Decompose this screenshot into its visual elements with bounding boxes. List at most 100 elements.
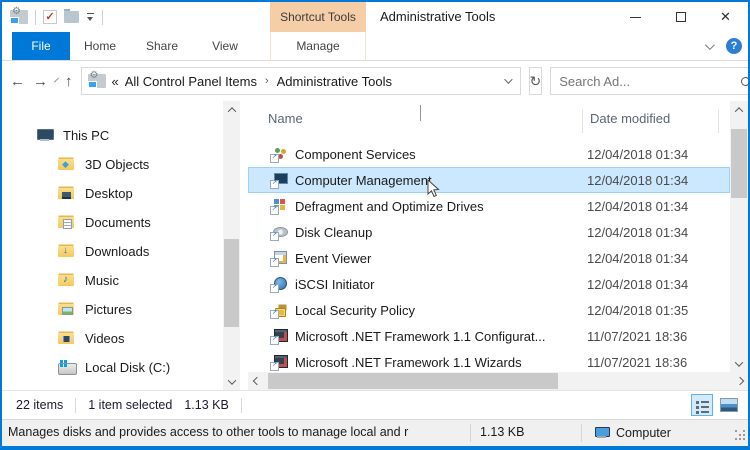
sidebar-item-label: Videos [85, 331, 125, 346]
file-date-modified: 11/07/2021 18:36 [587, 354, 688, 370]
file-name: Disk Cleanup [295, 224, 373, 240]
search-box[interactable] [550, 67, 748, 95]
sidebar-item-icon [36, 128, 54, 143]
title-bar: ✓ Shortcut Tools Administrative Tools ✕ [2, 2, 748, 32]
sidebar-item-label: Music [85, 273, 119, 288]
sidebar-item-label: Local Disk (C:) [85, 360, 171, 375]
tab-manage[interactable]: Manage [270, 32, 366, 60]
refresh-icon: ↻ [529, 72, 542, 89]
item-description: Manages disks and provides access to oth… [8, 425, 409, 439]
file-row-microsoft-net-framework-1-1-wizards[interactable]: Microsoft .NET Framework 1.1 Wizards 11/… [248, 349, 730, 372]
vertical-scrollbar[interactable] [730, 101, 748, 372]
system-folder-gears-icon[interactable] [10, 6, 28, 24]
breadcrumb-crumb[interactable]: All Control Panel Items [125, 74, 257, 89]
minimize-button[interactable] [613, 2, 658, 32]
file-rows: Component Services 12/04/2018 01:34 Comp… [248, 141, 730, 372]
sidebar-item-label: 3D Objects [85, 157, 150, 172]
sidebar-scrollbar[interactable] [223, 101, 240, 390]
sidebar-item-downloads[interactable]: Downloads [2, 237, 222, 266]
close-button[interactable]: ✕ [703, 2, 748, 32]
scrollbar-thumb[interactable] [731, 129, 747, 198]
location-icon [87, 70, 106, 88]
details-view-icon[interactable] [691, 394, 713, 416]
customize-dropdown-icon[interactable] [86, 12, 95, 22]
file-name: Component Services [295, 146, 416, 162]
resize-grip[interactable] [735, 432, 745, 442]
contextual-tab-group-label: Shortcut Tools [270, 2, 366, 32]
file-row-event-viewer[interactable]: Event Viewer 12/04/2018 01:34 [248, 245, 730, 271]
sidebar-item-local-disk-c[interactable]: Local Disk (C:) [2, 353, 222, 382]
background-status-bar: Manages disks and provides access to oth… [2, 419, 748, 446]
maximize-button[interactable] [658, 2, 703, 32]
file-icon [270, 172, 288, 189]
sidebar-item-icon [58, 302, 76, 317]
tab-view[interactable]: View [194, 32, 256, 60]
file-row-local-security-policy[interactable]: Local Security Policy 12/04/2018 01:35 [248, 297, 730, 323]
help-icon[interactable]: ? [726, 38, 742, 54]
scroll-down-icon[interactable] [730, 355, 748, 372]
scroll-down-icon[interactable] [223, 373, 240, 390]
file-name: Microsoft .NET Framework 1.1 Wizards [295, 354, 522, 370]
sort-ascending-icon[interactable] [420, 105, 421, 121]
scrollbar-thumb[interactable] [224, 239, 239, 327]
sidebar-item-icon [58, 273, 76, 288]
sidebar-item-documents[interactable]: Documents [2, 208, 222, 237]
file-row-component-services[interactable]: Component Services 12/04/2018 01:34 [248, 141, 730, 167]
folder-icon[interactable] [64, 9, 79, 23]
selection-count: 1 item selected [88, 398, 173, 412]
up-icon[interactable]: ↑ [65, 73, 73, 90]
column-divider[interactable] [582, 109, 583, 133]
file-row-computer-management[interactable]: Computer Management 12/04/2018 01:34 [248, 167, 730, 193]
file-icon [270, 276, 288, 293]
file-list: Name Date modified Component Services 12… [248, 101, 730, 372]
tab-file[interactable]: File [12, 32, 70, 60]
sidebar-item-desktop[interactable]: Desktop [2, 179, 222, 208]
column-divider[interactable] [718, 109, 719, 133]
sidebar-item-icon [58, 331, 76, 346]
search-input[interactable] [559, 73, 736, 89]
quick-access-toolbar: ✓ [10, 2, 103, 32]
navigation-pane: This PC 3D Objects Desktop Documents Dow… [2, 101, 222, 390]
sidebar-item-icon [58, 360, 77, 375]
sidebar-item-music[interactable]: Music [2, 266, 222, 295]
scrollbar-thumb[interactable] [268, 373, 558, 389]
file-row-disk-cleanup[interactable]: Disk Cleanup 12/04/2018 01:34 [248, 219, 730, 245]
column-header-date-modified[interactable]: Date modified [590, 111, 670, 126]
ribbon-tabs: File Home Share View Manage [2, 32, 748, 60]
expand-ribbon-chevron-icon[interactable] [704, 39, 715, 50]
search-icon[interactable] [741, 76, 748, 86]
file-icon [270, 302, 288, 319]
items-count: 22 items [16, 398, 64, 412]
back-icon[interactable]: ← [10, 73, 25, 90]
sidebar-item-3d-objects[interactable]: 3D Objects [2, 150, 222, 179]
sidebar-item-this-pc[interactable]: This PC [2, 121, 222, 150]
forward-icon[interactable]: → [33, 73, 48, 90]
red-check-icon[interactable]: ✓ [43, 10, 57, 24]
address-dropdown-chevron-icon[interactable] [503, 75, 513, 84]
recent-locations-chevron-icon[interactable] [54, 77, 59, 82]
file-row-defragment-and-optimize-drives[interactable]: Defragment and Optimize Drives 12/04/201… [248, 193, 730, 219]
scroll-up-icon[interactable] [223, 101, 240, 118]
main-content: This PC 3D Objects Desktop Documents Dow… [2, 101, 748, 390]
sidebar-item-videos[interactable]: Videos [2, 324, 222, 353]
refresh-button[interactable]: ↻ [528, 67, 543, 95]
file-date-modified: 12/04/2018 01:34 [587, 198, 689, 214]
file-row-microsoft-net-framework-1-1-configurat[interactable]: Microsoft .NET Framework 1.1 Configurat.… [248, 323, 730, 349]
scroll-left-icon[interactable] [248, 372, 265, 390]
scroll-right-icon[interactable] [731, 372, 748, 390]
horizontal-scrollbar[interactable] [248, 372, 748, 390]
sidebar-item-label: Pictures [85, 302, 132, 317]
breadcrumb-crumb[interactable]: Administrative Tools [277, 74, 392, 89]
column-header-name[interactable]: Name [268, 111, 303, 126]
scroll-up-icon[interactable] [730, 101, 748, 118]
file-row-iscsi-initiator[interactable]: iSCSI Initiator 12/04/2018 01:34 [248, 271, 730, 297]
tab-home[interactable]: Home [70, 32, 130, 60]
location-section: Computer [582, 420, 748, 446]
crumb-separator: › [264, 75, 269, 87]
sidebar-item-icon [58, 244, 76, 259]
address-box[interactable]: « All Control Panel Items › Administrati… [80, 67, 521, 95]
large-icons-view-icon[interactable] [718, 394, 740, 416]
breadcrumb-overflow[interactable]: « [112, 74, 119, 89]
sidebar-item-pictures[interactable]: Pictures [2, 295, 222, 324]
tab-share[interactable]: Share [130, 32, 194, 60]
